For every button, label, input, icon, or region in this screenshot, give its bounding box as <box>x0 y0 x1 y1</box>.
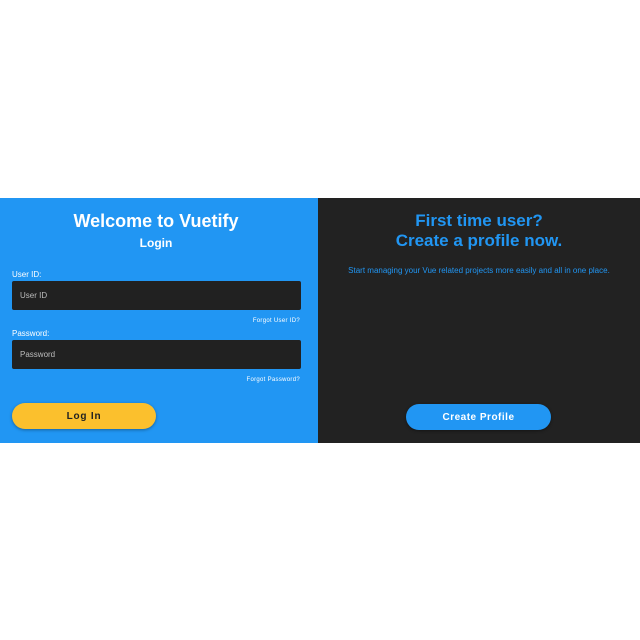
signup-panel: First time user? Create a profile now. S… <box>318 198 640 443</box>
forgot-user-id-link[interactable]: Forgot User ID? <box>253 317 300 325</box>
signup-title-line2: Create a profile now. <box>395 231 563 250</box>
password-label: Password: <box>12 329 50 338</box>
create-profile-button[interactable]: Create Profile <box>406 404 551 430</box>
page: Welcome to Vuetify Login User ID: Forgot… <box>0 0 640 640</box>
signup-description: Start managing your Vue related projects… <box>348 266 610 275</box>
login-panel: Welcome to Vuetify Login User ID: Forgot… <box>0 198 318 443</box>
forgot-password-link[interactable]: Forgot Password? <box>247 376 301 384</box>
auth-panels: Welcome to Vuetify Login User ID: Forgot… <box>0 198 640 443</box>
user-id-input[interactable] <box>12 281 301 310</box>
login-title: Welcome to Vuetify <box>73 211 239 231</box>
login-button[interactable]: Log In <box>12 403 156 429</box>
password-input[interactable] <box>12 340 301 369</box>
login-subtitle: Login <box>139 236 173 250</box>
user-id-label: User ID: <box>12 270 42 279</box>
signup-title-line1: First time user? <box>415 211 543 230</box>
signup-title: First time user? Create a profile now. <box>318 211 640 251</box>
